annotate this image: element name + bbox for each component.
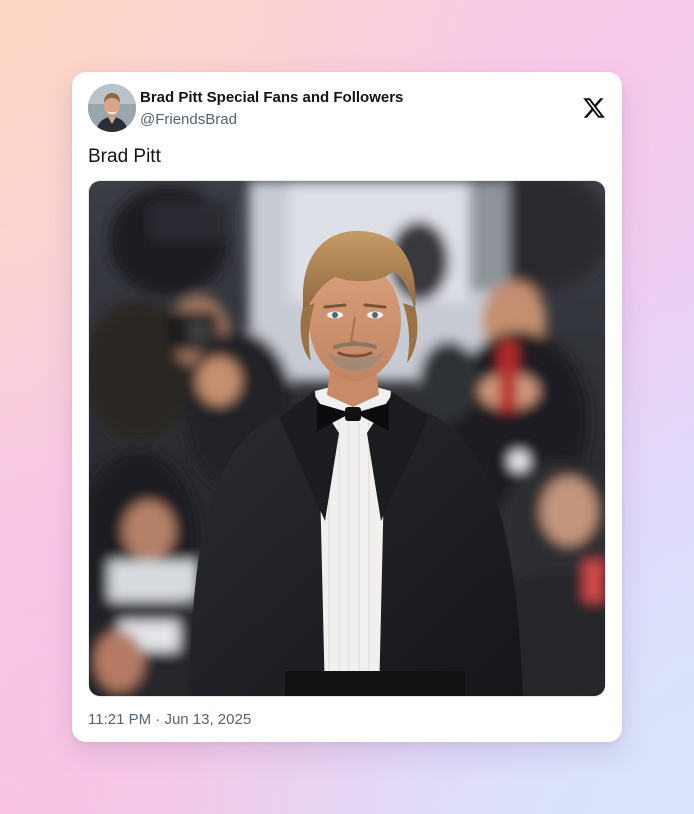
avatar-image [88, 84, 136, 132]
photo-image [89, 181, 605, 696]
author-avatar[interactable] [88, 84, 136, 132]
tweet-header: Brad Pitt Special Fans and Followers @Fr… [88, 84, 606, 134]
tweet-text: Brad Pitt [88, 146, 161, 167]
author-display-name[interactable]: Brad Pitt Special Fans and Followers [140, 88, 403, 108]
timestamp-separator: · [155, 711, 161, 728]
author-names: Brad Pitt Special Fans and Followers @Fr… [140, 88, 403, 130]
tweet-card: Brad Pitt Special Fans and Followers @Fr… [72, 72, 622, 742]
tweet-timestamp[interactable]: 11:21 PM · Jun 13, 2025 [88, 710, 251, 730]
x-logo-icon[interactable] [582, 96, 606, 120]
tweet-photo[interactable] [88, 180, 606, 697]
tweet-date: Jun 13, 2025 [164, 711, 252, 728]
author-handle[interactable]: @FriendsBrad [140, 110, 403, 130]
tweet-time: 11:21 PM [88, 711, 152, 728]
